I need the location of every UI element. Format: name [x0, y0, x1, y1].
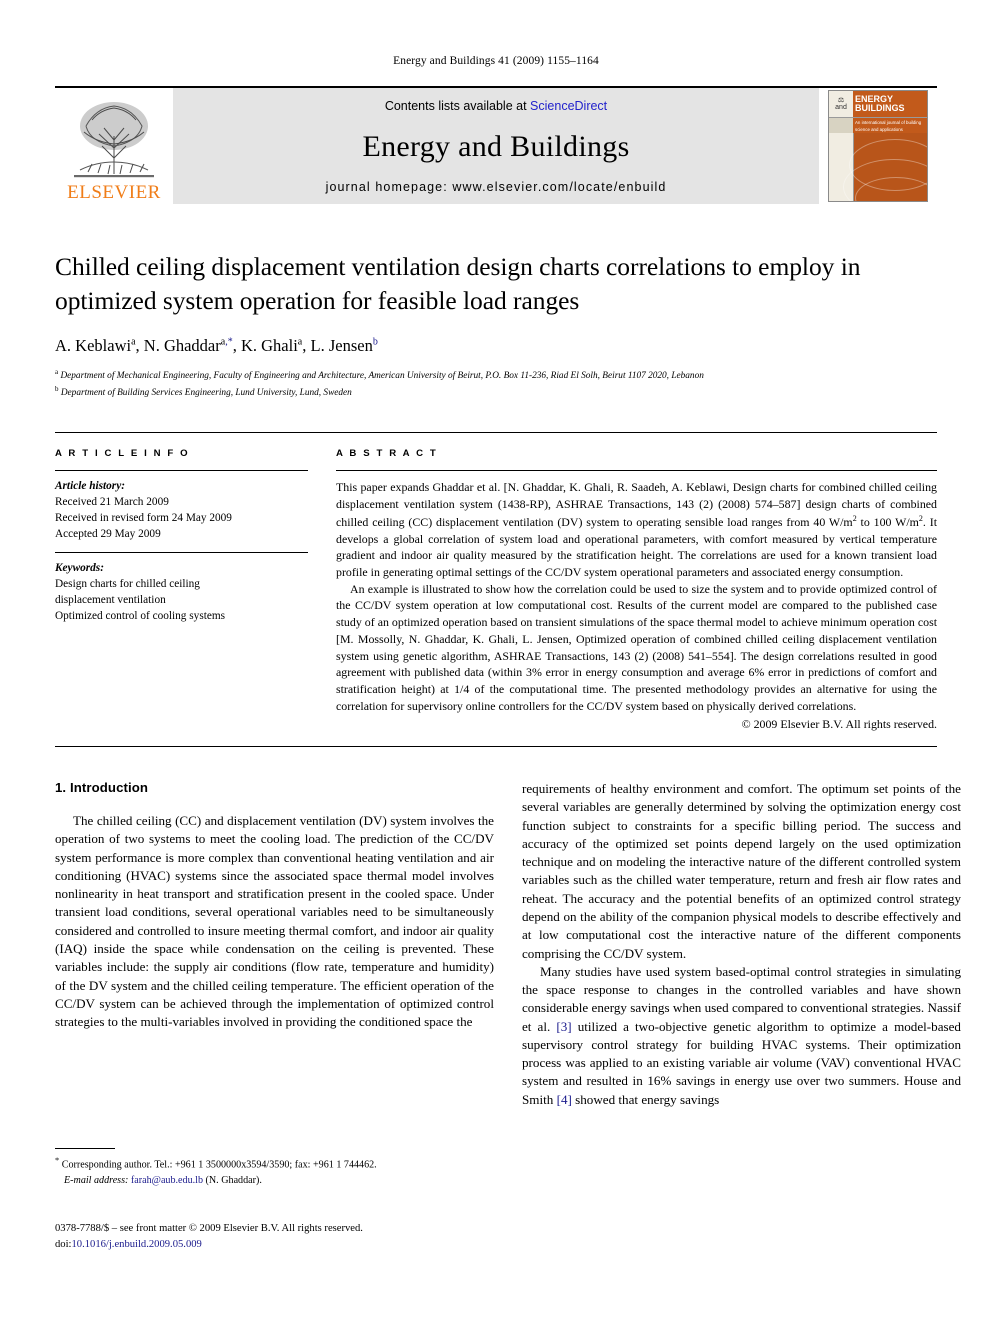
keyword-item: Optimized control of cooling systems	[55, 609, 226, 622]
body-text-part: showed that energy savings	[571, 1091, 720, 1107]
citation-link-3[interactable]: [3]	[556, 1019, 571, 1034]
citation-link-4[interactable]: [4]	[557, 1092, 572, 1107]
paper-title: Chilled ceiling displacement ventilation…	[55, 252, 861, 315]
article-history-item: Accepted 29 May 2009	[55, 528, 161, 541]
author-name: A. Keblawi	[55, 336, 132, 356]
article-info-heading: A R T I C L E I N F O	[55, 448, 190, 460]
abstract-p1-part-b: to 100 W/m	[856, 514, 919, 529]
cover-artwork	[829, 133, 927, 201]
cover-and-label: and	[835, 104, 847, 111]
affiliation-item: a Department of Mechanical Engineering, …	[55, 367, 937, 384]
affiliation-marker: b	[55, 385, 59, 394]
abstract-p1-part-a: This paper expands Ghaddar et al. [N. Gh…	[336, 480, 937, 529]
keywords-label: Keywords:	[55, 561, 104, 574]
footnote-divider	[55, 1148, 115, 1149]
elsevier-wordmark: ELSEVIER	[67, 182, 161, 203]
contents-prefix-text: Contents lists available at	[384, 99, 527, 113]
keywords-group: Keywords: Design charts for chilled ceil…	[55, 553, 308, 633]
doi-line: doi:10.1016/j.enbuild.2009.05.009	[55, 1237, 494, 1253]
contents-available-line: Contents lists available at ScienceDirec…	[385, 99, 607, 113]
keyword-item: displacement ventilation	[55, 593, 166, 606]
article-history-group: Article history: Received 21 March 2009 …	[55, 471, 308, 551]
author-entry: A. Keblawia	[55, 336, 136, 355]
author-name: L. Jensen	[310, 336, 373, 356]
corresponding-author-footnote: * Corresponding author. Tel.: +961 1 350…	[55, 1148, 494, 1188]
email-owner-text: (N. Ghaddar).	[205, 1174, 262, 1186]
doi-label: doi:	[55, 1238, 72, 1250]
abstract-column: A B S T R A C T This paper expands Ghadd…	[336, 448, 937, 733]
cover-title-block: ENERGY BUILDINGS	[853, 91, 927, 117]
abstract-paragraph-1: This paper expands Ghaddar et al. [N. Gh…	[336, 479, 937, 580]
corresponding-author-marker: ,*	[225, 336, 233, 348]
masthead-center: Contents lists available at ScienceDirec…	[173, 88, 819, 204]
footnote-corresponding-text: Corresponding author. Tel.: +961 1 35000…	[61, 1159, 377, 1171]
body-paragraph: requirements of healthy environment and …	[522, 781, 961, 961]
affiliation-list: a Department of Mechanical Engineering, …	[55, 367, 937, 401]
author-separator: ,	[135, 336, 144, 356]
affiliation-text: Department of Mechanical Engineering, Fa…	[60, 371, 704, 382]
journal-homepage-link[interactable]: journal homepage: www.elsevier.com/locat…	[326, 180, 667, 194]
abstract-body: This paper expands Ghaddar et al. [N. Gh…	[336, 470, 937, 733]
doi-link[interactable]: 10.1016/j.enbuild.2009.05.009	[71, 1239, 201, 1250]
paper-page: Energy and Buildings 41 (2009) 1155–1164…	[0, 0, 992, 1323]
article-history-item: Received in revised form 24 May 2009	[55, 512, 232, 525]
footnote-body: * Corresponding author. Tel.: +961 1 350…	[55, 1155, 494, 1188]
imprint-block: 0378-7788/$ – see front matter © 2009 El…	[55, 1221, 494, 1253]
keyword-item: Design charts for chilled ceiling	[55, 577, 200, 590]
body-paragraph: The chilled ceiling (CC) and displacemen…	[55, 813, 494, 1030]
author-list: A. Keblawia, N. Ghaddara,*, K. Ghalia, L…	[55, 336, 937, 356]
cover-title-line2: BUILDINGS	[855, 103, 905, 113]
article-info-column: A R T I C L E I N F O Article history: R…	[55, 448, 308, 733]
body-paragraph: Many studies have used system based-opti…	[522, 963, 961, 1109]
author-name: N. Ghaddar	[143, 336, 221, 356]
email-link[interactable]: farah@aub.edu.lb	[131, 1175, 203, 1186]
issn-front-matter-line: 0378-7788/$ – see front matter © 2009 El…	[55, 1223, 363, 1234]
section-heading-introduction: 1. Introduction	[55, 780, 149, 796]
info-abstract-band: A R T I C L E I N F O Article history: R…	[55, 432, 937, 733]
author-name: K. Ghali	[240, 336, 298, 356]
footnote-star-marker: *	[55, 1156, 60, 1165]
journal-masthead: ELSEVIER Contents lists available at Sci…	[55, 86, 937, 204]
cover-emblem-icon: ⚖ and	[829, 97, 853, 112]
article-body: 1. Introduction The chilled ceiling (CC)…	[55, 780, 961, 1109]
sciencedirect-link[interactable]: ScienceDirect	[530, 99, 607, 113]
email-address-label: E-mail address:	[64, 1174, 129, 1186]
cover-tagline: An international journal of building sci…	[853, 118, 927, 134]
elsevier-logo: ELSEVIER	[55, 88, 173, 204]
journal-title: Energy and Buildings	[362, 129, 630, 163]
author-separator: ,	[232, 336, 241, 356]
abstract-paragraph-2: An example is illustrated to show how th…	[336, 581, 937, 713]
author-entry: K. Ghalia	[241, 336, 302, 355]
abstract-heading: A B S T R A C T	[336, 448, 438, 460]
body-column-right: requirements of healthy environment and …	[522, 780, 961, 1109]
band-bottom-rule	[55, 746, 937, 748]
author-entry: L. Jensenb	[311, 336, 378, 355]
journal-cover-thumbnail: ⚖ and ENERGY BUILDINGS An international j…	[819, 88, 937, 204]
title-block: Chilled ceiling displacement ventilation…	[55, 250, 937, 401]
author-entry: N. Ghaddara,*	[144, 336, 233, 355]
affiliation-marker: a	[55, 368, 59, 377]
author-affiliation-marker: b	[372, 336, 378, 348]
author-separator: ,	[302, 336, 311, 356]
article-history-item: Received 21 March 2009	[55, 496, 169, 509]
body-column-left: 1. Introduction The chilled ceiling (CC)…	[55, 780, 494, 1109]
elsevier-tree-icon	[74, 102, 154, 178]
affiliation-item: b Department of Building Services Engine…	[55, 384, 937, 401]
cover-image: ⚖ and ENERGY BUILDINGS An international j…	[828, 90, 928, 202]
running-head: Energy and Buildings 41 (2009) 1155–1164	[393, 55, 599, 67]
cover-topbar: ⚖ and ENERGY BUILDINGS	[829, 91, 927, 118]
abstract-copyright: © 2009 Elsevier B.V. All rights reserved…	[741, 717, 937, 732]
affiliation-text: Department of Building Services Engineer…	[60, 388, 352, 399]
article-history-label: Article history:	[55, 480, 125, 493]
